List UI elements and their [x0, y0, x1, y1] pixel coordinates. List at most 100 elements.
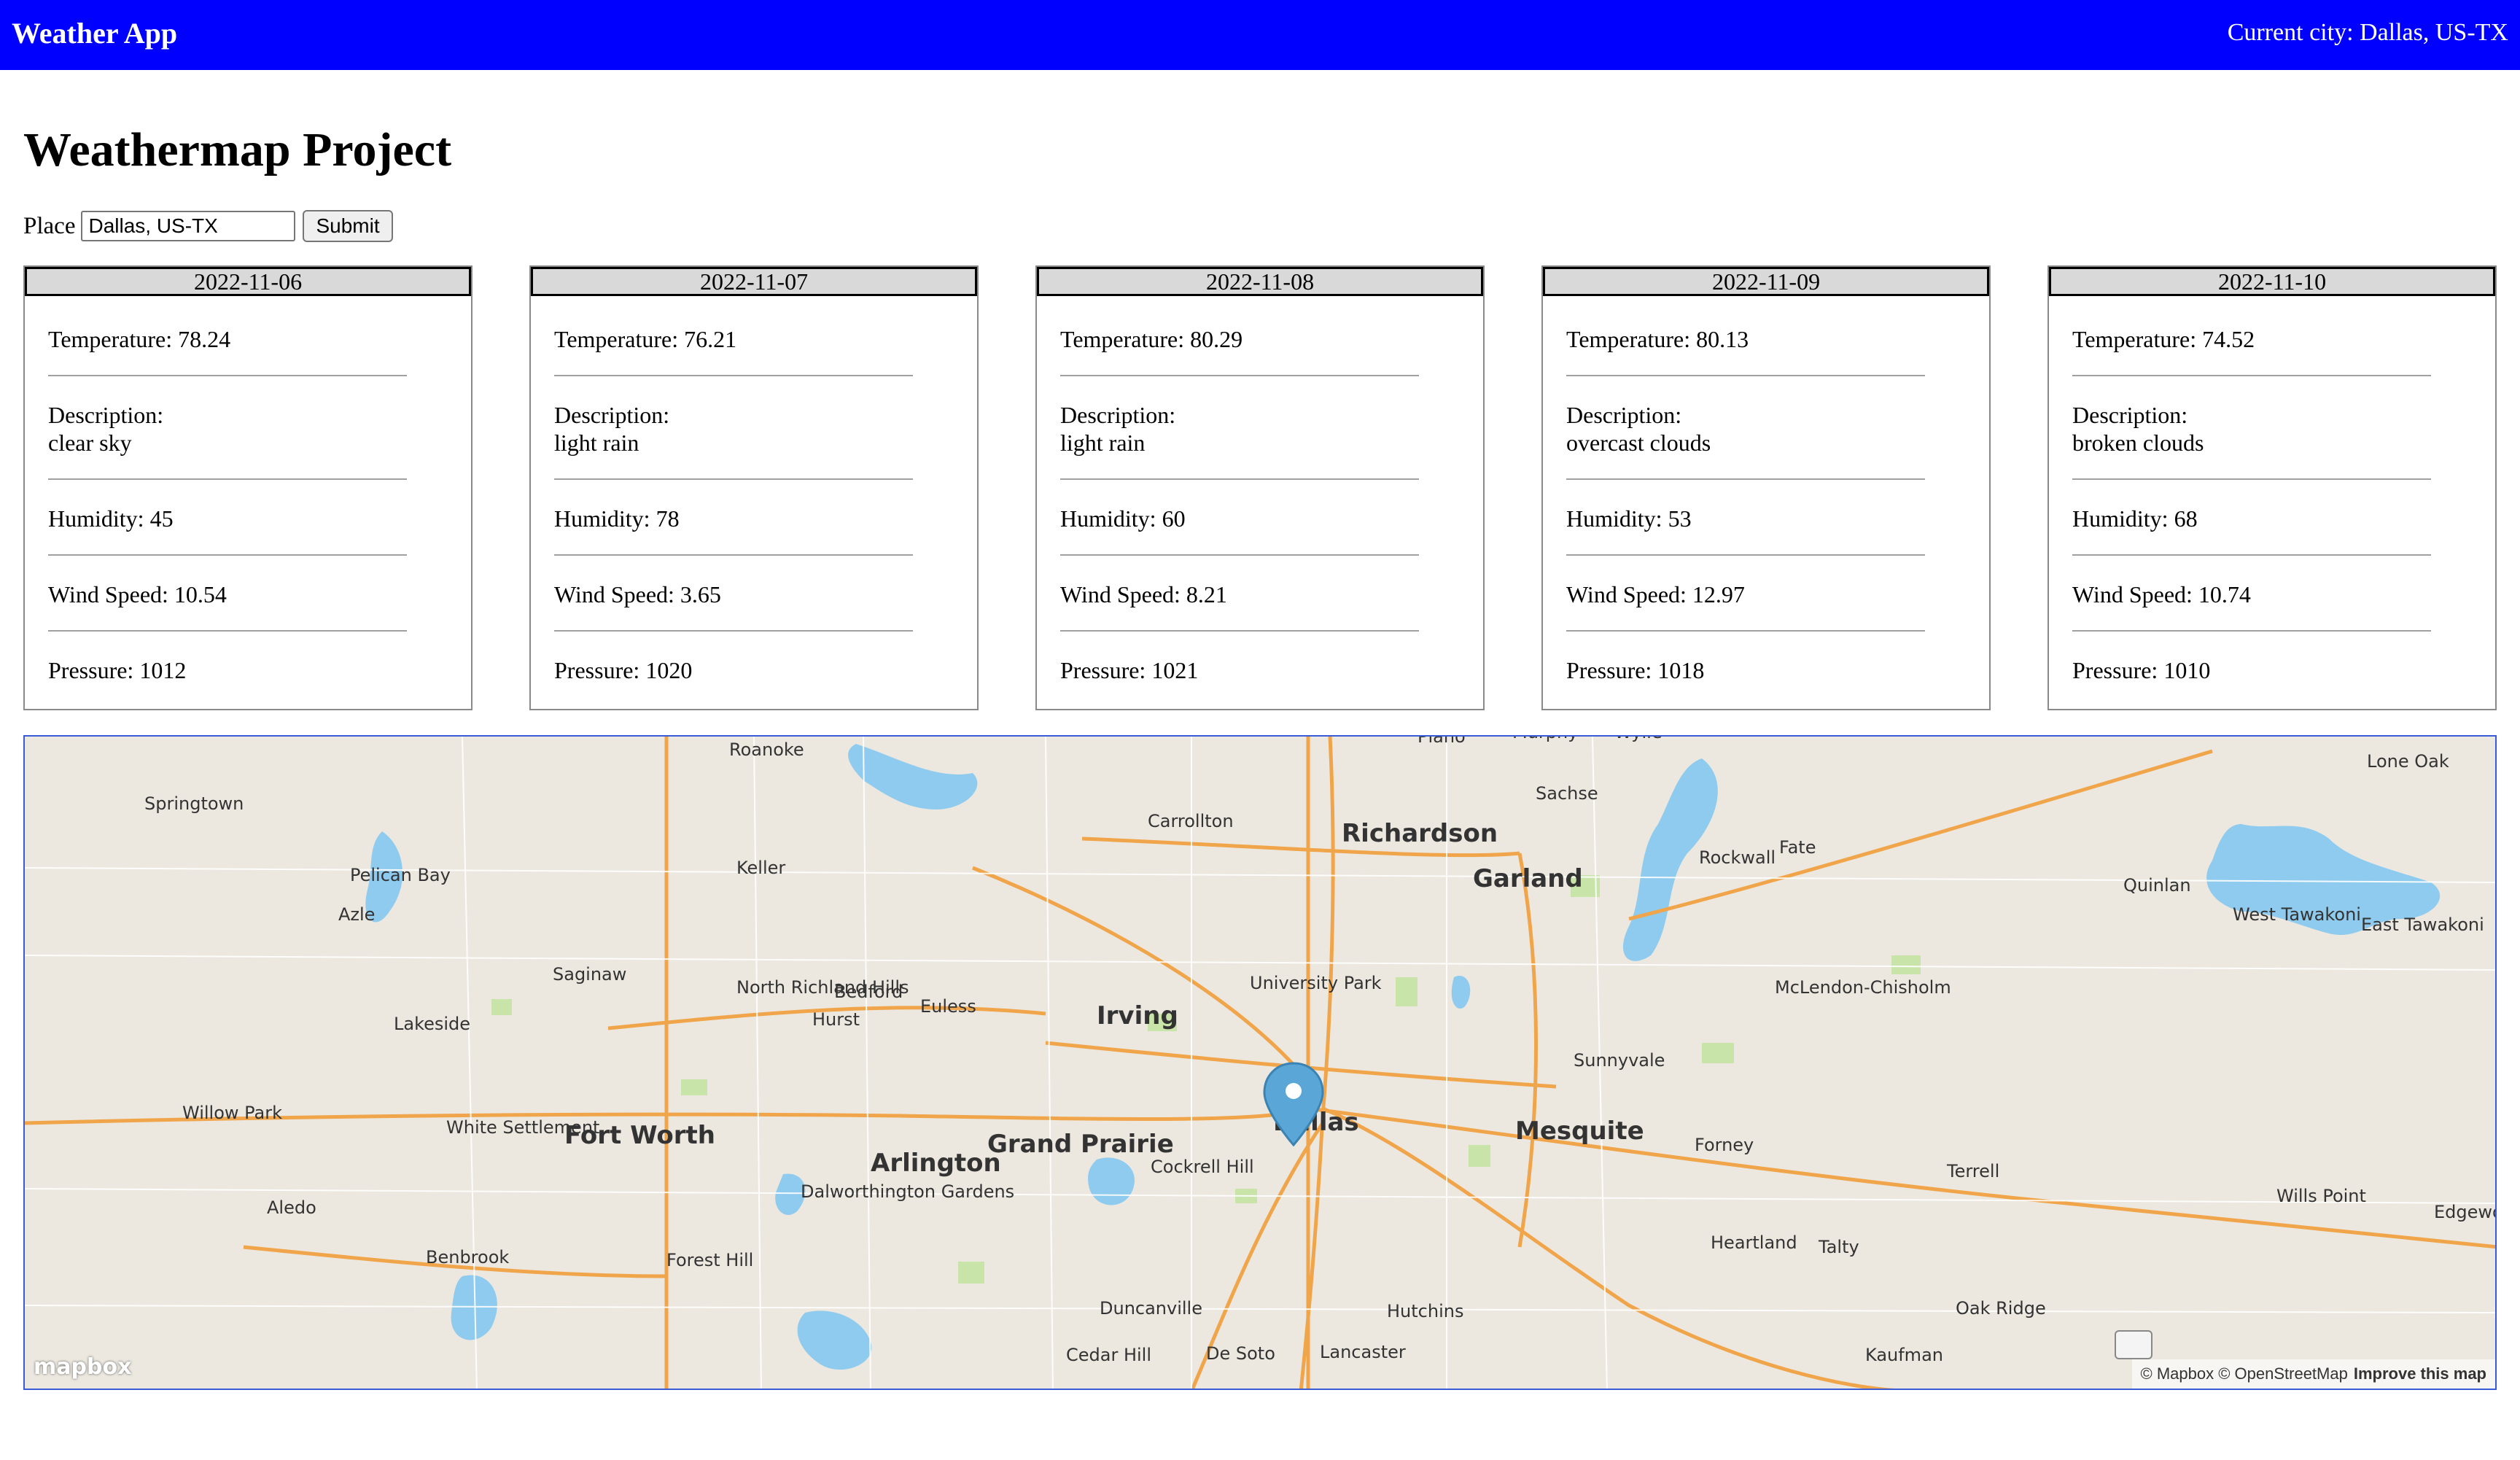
city-label-irving: Irving	[1097, 1001, 1178, 1030]
temperature-row: Temperature: 80.13	[1566, 325, 1925, 376]
description-label: Description:	[2072, 402, 2188, 428]
city-label: Wylie	[1614, 737, 1662, 742]
page-title: Weathermap Project	[23, 123, 452, 176]
city-label: Terrell	[1946, 1161, 1999, 1181]
card-date: 2022-11-09	[1543, 267, 1989, 296]
description-row: Description: overcast clouds	[1566, 401, 1925, 480]
city-label: Lancaster	[1320, 1342, 1406, 1362]
forecast-card: 2022-11-09 Temperature: 80.13 Descriptio…	[1541, 265, 1991, 710]
pressure-row: Pressure: 1018	[1566, 657, 1705, 683]
forecast-card: 2022-11-07 Temperature: 76.21 Descriptio…	[529, 265, 979, 710]
description-row: Description: light rain	[1060, 401, 1419, 480]
submit-button[interactable]: Submit	[303, 210, 393, 242]
city-label: Cockrell Hill	[1151, 1157, 1254, 1177]
city-label: Benbrook	[426, 1247, 509, 1267]
city-label: De Soto	[1206, 1343, 1275, 1364]
city-label: West Tawakoni	[2233, 904, 2361, 925]
city-label: Saginaw	[553, 964, 626, 985]
city-label: Bedford	[834, 982, 903, 1002]
temperature-row: Temperature: 76.21	[554, 325, 913, 376]
city-label: Lone Oak	[2367, 751, 2449, 772]
description-row: Description: broken clouds	[2072, 401, 2431, 480]
city-label: Duncanville	[1100, 1298, 1202, 1319]
map-info-button[interactable]	[2115, 1330, 2152, 1359]
city-label-richardson: Richardson	[1342, 819, 1498, 848]
city-label: Pelican Bay	[350, 865, 451, 885]
city-label: Springtown	[144, 793, 244, 814]
description-value: light rain	[1060, 430, 1146, 456]
city-label: Euless	[920, 996, 976, 1017]
city-label: Sunnyvale	[1574, 1050, 1665, 1071]
map-attribution: © Mapbox © OpenStreetMap Improve this map	[2131, 1359, 2495, 1389]
description-value: light rain	[554, 430, 639, 456]
humidity-row: Humidity: 53	[1566, 505, 1925, 556]
city-label: Aledo	[267, 1197, 316, 1218]
description-label: Description:	[48, 402, 164, 428]
improve-map-link[interactable]: Improve this map	[2354, 1364, 2486, 1383]
card-date: 2022-11-08	[1037, 267, 1483, 296]
forecast-card: 2022-11-06 Temperature: 78.24 Descriptio…	[23, 265, 472, 710]
card-date: 2022-11-07	[531, 267, 977, 296]
search-form: Place Submit	[23, 210, 393, 242]
description-label: Description:	[1060, 402, 1176, 428]
map-canvas[interactable]: Fort Worth Dallas Arlington Grand Prairi…	[25, 737, 2497, 1390]
city-label: Edgewood	[2434, 1202, 2497, 1222]
pressure-row: Pressure: 1012	[48, 657, 187, 683]
humidity-row: Humidity: 45	[48, 505, 407, 556]
city-label: Wills Point	[2276, 1186, 2366, 1206]
city-label: Willow Park	[182, 1103, 282, 1123]
city-label: Dalworthington Gardens	[801, 1181, 1014, 1202]
forecast-cards: 2022-11-06 Temperature: 78.24 Descriptio…	[23, 265, 2497, 710]
wind-speed-row: Wind Speed: 3.65	[554, 580, 913, 632]
city-label: Kaufman	[1865, 1345, 1943, 1365]
city-label: Talty	[1818, 1237, 1859, 1257]
city-label-mesquite: Mesquite	[1515, 1117, 1644, 1146]
description-row: Description: clear sky	[48, 401, 407, 480]
pressure-row: Pressure: 1021	[1060, 657, 1199, 683]
city-label: Quinlan	[2123, 875, 2191, 896]
description-label: Description:	[1566, 402, 1682, 428]
forecast-card: 2022-11-08 Temperature: 80.29 Descriptio…	[1035, 265, 1485, 710]
description-value: overcast clouds	[1566, 430, 1711, 456]
card-date: 2022-11-10	[2049, 267, 2495, 296]
map-view[interactable]: Fort Worth Dallas Arlington Grand Prairi…	[23, 735, 2497, 1390]
city-label: Heartland	[1711, 1232, 1797, 1253]
place-label: Place	[23, 212, 76, 239]
wind-speed-row: Wind Speed: 12.97	[1566, 580, 1925, 632]
city-label: McLendon-Chisholm	[1775, 977, 1951, 998]
wind-speed-row: Wind Speed: 10.74	[2072, 580, 2431, 632]
humidity-row: Humidity: 78	[554, 505, 913, 556]
city-label: Roanoke	[729, 739, 804, 760]
forecast-card: 2022-11-10 Temperature: 74.52 Descriptio…	[2048, 265, 2497, 710]
temperature-row: Temperature: 74.52	[2072, 325, 2431, 376]
city-label: East Tawakoni	[2361, 915, 2484, 935]
pressure-row: Pressure: 1020	[554, 657, 693, 683]
temperature-row: Temperature: 80.29	[1060, 325, 1419, 376]
humidity-row: Humidity: 68	[2072, 505, 2431, 556]
navbar: Weather App Current city: Dallas, US-TX	[0, 0, 2520, 70]
description-row: Description: light rain	[554, 401, 913, 480]
temperature-row: Temperature: 78.24	[48, 325, 407, 376]
attribution-text[interactable]: © Mapbox © OpenStreetMap	[2141, 1364, 2348, 1383]
highways	[25, 737, 2495, 1389]
city-label: Fate	[1779, 837, 1816, 858]
city-label: Plano	[1418, 737, 1466, 747]
city-label-garland: Garland	[1473, 864, 1583, 893]
card-date: 2022-11-06	[25, 267, 471, 296]
app-brand[interactable]: Weather App	[12, 16, 177, 50]
description-value: broken clouds	[2072, 430, 2204, 456]
city-label: Carrollton	[1148, 811, 1234, 831]
city-label: Forest Hill	[666, 1250, 753, 1270]
mapbox-logo[interactable]: mapbox	[34, 1354, 131, 1380]
city-label: Hutchins	[1387, 1301, 1463, 1321]
place-input[interactable]	[81, 211, 296, 241]
wind-speed-row: Wind Speed: 10.54	[48, 580, 407, 632]
wind-speed-row: Wind Speed: 8.21	[1060, 580, 1419, 632]
city-label: Lakeside	[394, 1014, 470, 1034]
description-value: clear sky	[48, 430, 132, 456]
city-label: Rockwall	[1699, 847, 1776, 868]
city-label: Oak Ridge	[1956, 1298, 2046, 1319]
city-label: University Park	[1250, 973, 1382, 993]
parks	[491, 875, 1921, 1284]
city-label-arlington: Arlington	[871, 1149, 1001, 1178]
